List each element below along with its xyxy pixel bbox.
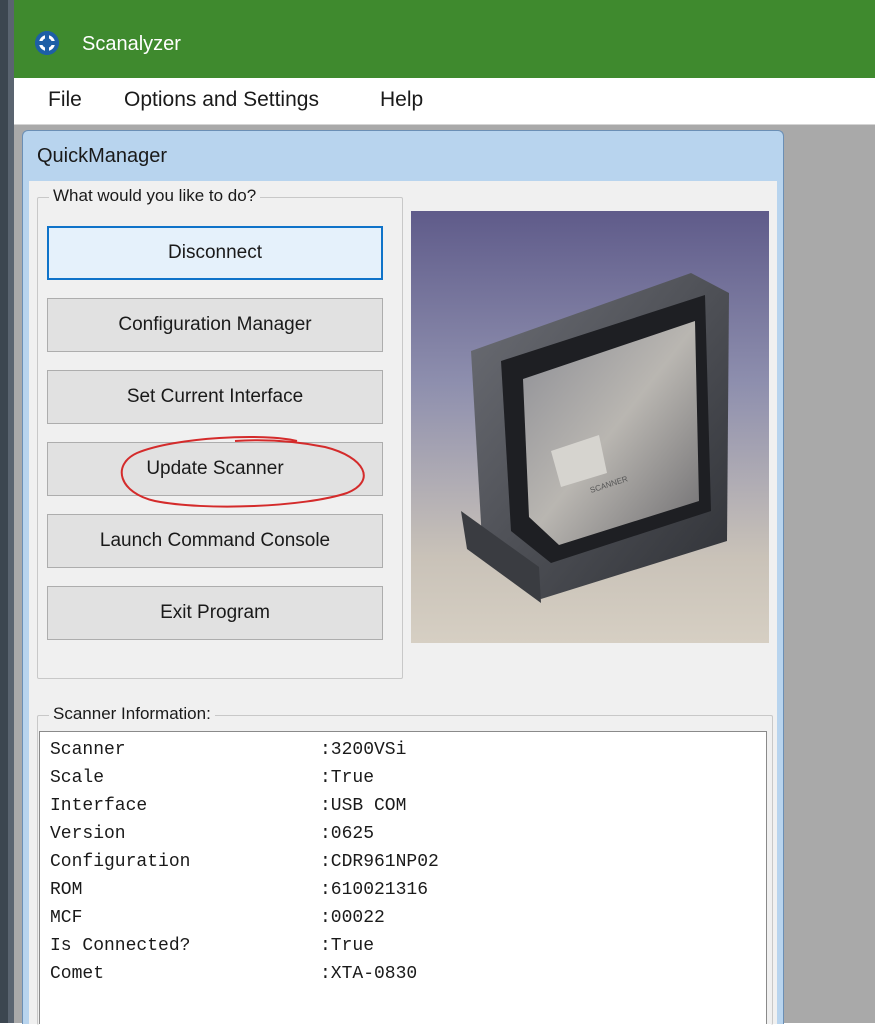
update-scanner-button[interactable]: Update Scanner xyxy=(47,442,383,496)
actions-group-label: What would you like to do? xyxy=(49,186,261,206)
scanner-info-label: Scanner Information: xyxy=(49,704,215,724)
menu-bar: File Options and Settings Help xyxy=(14,78,875,125)
info-key: ROM xyxy=(50,880,83,900)
quickmanager-window: QuickManager What would you like to do? … xyxy=(22,130,784,1025)
info-key: Interface xyxy=(50,796,148,816)
info-key: Version xyxy=(50,824,126,844)
info-value: :0625 xyxy=(320,824,375,844)
scanner-device-illustration: SCANNER xyxy=(461,273,729,603)
info-key: Scanner xyxy=(50,740,126,760)
disconnect-button[interactable]: Disconnect xyxy=(47,226,383,280)
info-value: :USB COM xyxy=(320,796,407,816)
info-key: Configuration xyxy=(50,852,191,872)
app-title: Scanalyzer xyxy=(82,33,181,55)
info-key: MCF xyxy=(50,908,83,928)
scanner-info-textbox[interactable]: Scanner :3200VSi Scale :True Interface :… xyxy=(39,731,767,1024)
info-value: :CDR961NP02 xyxy=(320,852,439,872)
info-value: :3200VSi xyxy=(320,740,407,760)
app-logo-icon xyxy=(35,31,59,55)
exit-program-button[interactable]: Exit Program xyxy=(47,586,383,640)
info-value: :True xyxy=(320,768,375,788)
quickmanager-title: QuickManager xyxy=(37,145,168,167)
info-key: Scale xyxy=(50,768,105,788)
menu-help[interactable]: Help xyxy=(380,88,423,112)
configuration-manager-button[interactable]: Configuration Manager xyxy=(47,298,383,352)
set-current-interface-button[interactable]: Set Current Interface xyxy=(47,370,383,424)
scanner-image: SCANNER xyxy=(411,211,769,643)
info-key: Comet xyxy=(50,964,105,984)
title-bar[interactable]: Scanalyzer xyxy=(14,0,875,78)
quickmanager-client-area: What would you like to do? Disconnect Co… xyxy=(29,181,777,1025)
app-window: Scanalyzer File Options and Settings Hel… xyxy=(0,0,875,1025)
info-key: Is Connected? xyxy=(50,936,191,956)
launch-command-console-button[interactable]: Launch Command Console xyxy=(47,514,383,568)
menu-file[interactable]: File xyxy=(48,88,82,112)
info-value: :True xyxy=(320,936,375,956)
menu-options-and-settings[interactable]: Options and Settings xyxy=(124,88,319,112)
info-value: :00022 xyxy=(320,908,385,928)
info-value: :XTA-0830 xyxy=(320,964,418,984)
info-value: :610021316 xyxy=(320,880,429,900)
